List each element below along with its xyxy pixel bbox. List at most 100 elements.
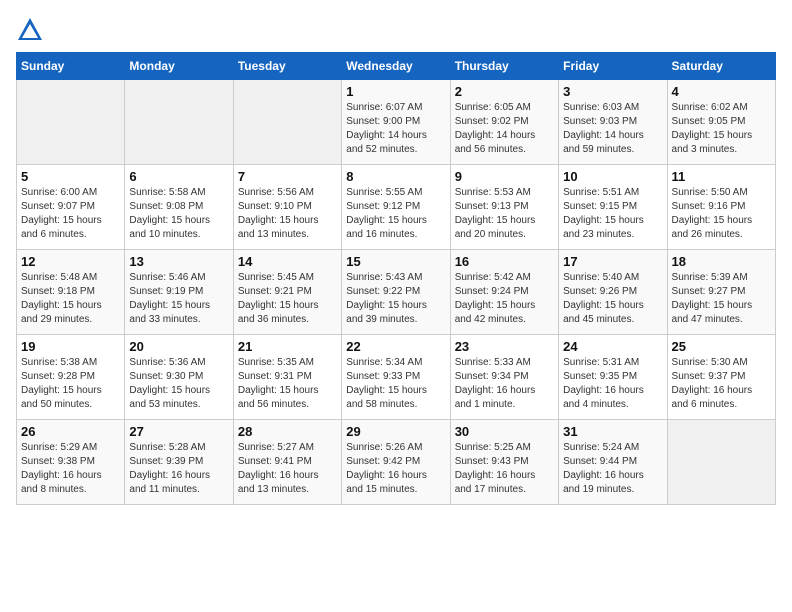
day-cell: 27 Sunrise: 5:28 AM Sunset: 9:39 PM Dayli…: [125, 420, 233, 505]
header-cell-thursday: Thursday: [450, 53, 558, 80]
day-info: Sunrise: 5:28 AM Sunset: 9:39 PM Dayligh…: [129, 441, 228, 497]
day-info: Sunrise: 6:02 AM Sunset: 9:05 PM Dayligh…: [672, 101, 771, 157]
header-cell-sunday: Sunday: [17, 53, 125, 80]
day-info: Sunrise: 5:24 AM Sunset: 9:44 PM Dayligh…: [563, 441, 662, 497]
day-info: Sunrise: 5:27 AM Sunset: 9:41 PM Dayligh…: [238, 441, 337, 497]
day-number: 29: [346, 424, 445, 439]
day-number: 30: [455, 424, 554, 439]
day-cell: 12 Sunrise: 5:48 AM Sunset: 9:18 PM Dayli…: [17, 250, 125, 335]
day-cell: 5 Sunrise: 6:00 AM Sunset: 9:07 PM Daylig…: [17, 165, 125, 250]
day-info: Sunrise: 5:58 AM Sunset: 9:08 PM Dayligh…: [129, 186, 228, 242]
day-cell: 15Sunrise: 5:43 AM Sunset: 9:22 PM Dayli…: [342, 250, 450, 335]
day-number: 23: [455, 339, 554, 354]
day-number: 31: [563, 424, 662, 439]
calendar-header: SundayMondayTuesdayWednesdayThursdayFrid…: [17, 53, 776, 80]
day-cell: [233, 80, 341, 165]
day-cell: 9 Sunrise: 5:53 AM Sunset: 9:13 PM Daylig…: [450, 165, 558, 250]
day-info: Sunrise: 5:30 AM Sunset: 9:37 PM Dayligh…: [672, 356, 771, 412]
day-info: Sunrise: 6:07 AM Sunset: 9:00 PM Dayligh…: [346, 101, 445, 157]
day-info: Sunrise: 5:31 AM Sunset: 9:35 PM Dayligh…: [563, 356, 662, 412]
day-cell: 11 Sunrise: 5:50 AM Sunset: 9:16 PM Dayli…: [667, 165, 775, 250]
day-number: 14: [238, 254, 337, 269]
day-info: Sunrise: 5:29 AM Sunset: 9:38 PM Dayligh…: [21, 441, 120, 497]
day-info: Sunrise: 6:03 AM Sunset: 9:03 PM Dayligh…: [563, 101, 662, 157]
day-info: Sunrise: 5:51 AM Sunset: 9:15 PM Dayligh…: [563, 186, 662, 242]
day-info: Sunrise: 5:46 AM Sunset: 9:19 PM Dayligh…: [129, 271, 228, 327]
day-cell: 4 Sunrise: 6:02 AM Sunset: 9:05 PM Daylig…: [667, 80, 775, 165]
header-cell-saturday: Saturday: [667, 53, 775, 80]
day-info: Sunrise: 5:42 AM Sunset: 9:24 PM Dayligh…: [455, 271, 554, 327]
header-cell-tuesday: Tuesday: [233, 53, 341, 80]
week-row-2: 5 Sunrise: 6:00 AM Sunset: 9:07 PM Daylig…: [17, 165, 776, 250]
calendar-table: SundayMondayTuesdayWednesdayThursdayFrid…: [16, 52, 776, 505]
day-cell: 14 Sunrise: 5:45 AM Sunset: 9:21 PM Dayli…: [233, 250, 341, 335]
day-number: 3: [563, 84, 662, 99]
day-number: 24: [563, 339, 662, 354]
day-cell: 3 Sunrise: 6:03 AM Sunset: 9:03 PM Daylig…: [559, 80, 667, 165]
calendar-body: 1 Sunrise: 6:07 AM Sunset: 9:00 PM Daylig…: [17, 80, 776, 505]
page-header: [16, 16, 776, 44]
day-cell: 23Sunrise: 5:33 AM Sunset: 9:34 PM Dayli…: [450, 335, 558, 420]
day-info: Sunrise: 5:55 AM Sunset: 9:12 PM Dayligh…: [346, 186, 445, 242]
week-row-1: 1 Sunrise: 6:07 AM Sunset: 9:00 PM Daylig…: [17, 80, 776, 165]
day-cell: 26 Sunrise: 5:29 AM Sunset: 9:38 PM Dayli…: [17, 420, 125, 505]
day-number: 25: [672, 339, 771, 354]
day-info: Sunrise: 5:53 AM Sunset: 9:13 PM Dayligh…: [455, 186, 554, 242]
day-info: Sunrise: 5:50 AM Sunset: 9:16 PM Dayligh…: [672, 186, 771, 242]
day-info: Sunrise: 5:25 AM Sunset: 9:43 PM Dayligh…: [455, 441, 554, 497]
day-number: 13: [129, 254, 228, 269]
day-cell: 28 Sunrise: 5:27 AM Sunset: 9:41 PM Dayli…: [233, 420, 341, 505]
day-number: 12: [21, 254, 120, 269]
day-cell: 17 Sunrise: 5:40 AM Sunset: 9:26 PM Dayli…: [559, 250, 667, 335]
day-info: Sunrise: 5:45 AM Sunset: 9:21 PM Dayligh…: [238, 271, 337, 327]
day-number: 21: [238, 339, 337, 354]
week-row-3: 12 Sunrise: 5:48 AM Sunset: 9:18 PM Dayli…: [17, 250, 776, 335]
day-info: Sunrise: 5:48 AM Sunset: 9:18 PM Dayligh…: [21, 271, 120, 327]
day-info: Sunrise: 6:05 AM Sunset: 9:02 PM Dayligh…: [455, 101, 554, 157]
day-cell: 22Sunrise: 5:34 AM Sunset: 9:33 PM Dayli…: [342, 335, 450, 420]
day-info: Sunrise: 5:26 AM Sunset: 9:42 PM Dayligh…: [346, 441, 445, 497]
header-cell-friday: Friday: [559, 53, 667, 80]
day-number: 26: [21, 424, 120, 439]
day-info: Sunrise: 5:56 AM Sunset: 9:10 PM Dayligh…: [238, 186, 337, 242]
day-number: 9: [455, 169, 554, 184]
day-info: Sunrise: 5:43 AM Sunset: 9:22 PM Dayligh…: [346, 271, 445, 327]
day-info: Sunrise: 5:38 AM Sunset: 9:28 PM Dayligh…: [21, 356, 120, 412]
day-number: 7: [238, 169, 337, 184]
day-number: 1: [346, 84, 445, 99]
logo: [16, 16, 48, 44]
week-row-4: 19 Sunrise: 5:38 AM Sunset: 9:28 PM Dayli…: [17, 335, 776, 420]
header-row: SundayMondayTuesdayWednesdayThursdayFrid…: [17, 53, 776, 80]
day-info: Sunrise: 5:40 AM Sunset: 9:26 PM Dayligh…: [563, 271, 662, 327]
day-cell: 16 Sunrise: 5:42 AM Sunset: 9:24 PM Dayli…: [450, 250, 558, 335]
day-number: 20: [129, 339, 228, 354]
day-number: 17: [563, 254, 662, 269]
day-info: Sunrise: 6:00 AM Sunset: 9:07 PM Dayligh…: [21, 186, 120, 242]
day-cell: [17, 80, 125, 165]
day-number: 5: [21, 169, 120, 184]
day-cell: 29 Sunrise: 5:26 AM Sunset: 9:42 PM Dayli…: [342, 420, 450, 505]
day-cell: 19 Sunrise: 5:38 AM Sunset: 9:28 PM Dayli…: [17, 335, 125, 420]
day-cell: 20Sunrise: 5:36 AM Sunset: 9:30 PM Dayli…: [125, 335, 233, 420]
day-info: Sunrise: 5:39 AM Sunset: 9:27 PM Dayligh…: [672, 271, 771, 327]
day-number: 19: [21, 339, 120, 354]
day-number: 4: [672, 84, 771, 99]
day-number: 18: [672, 254, 771, 269]
week-row-5: 26 Sunrise: 5:29 AM Sunset: 9:38 PM Dayli…: [17, 420, 776, 505]
day-cell: 24 Sunrise: 5:31 AM Sunset: 9:35 PM Dayli…: [559, 335, 667, 420]
day-cell: 13 Sunrise: 5:46 AM Sunset: 9:19 PM Dayli…: [125, 250, 233, 335]
day-cell: 6Sunrise: 5:58 AM Sunset: 9:08 PM Daylig…: [125, 165, 233, 250]
day-number: 16: [455, 254, 554, 269]
day-cell: 25 Sunrise: 5:30 AM Sunset: 9:37 PM Dayli…: [667, 335, 775, 420]
day-number: 27: [129, 424, 228, 439]
day-number: 11: [672, 169, 771, 184]
header-cell-wednesday: Wednesday: [342, 53, 450, 80]
day-cell: 1 Sunrise: 6:07 AM Sunset: 9:00 PM Daylig…: [342, 80, 450, 165]
day-cell: [667, 420, 775, 505]
day-number: 8: [346, 169, 445, 184]
day-number: 28: [238, 424, 337, 439]
day-cell: 2 Sunrise: 6:05 AM Sunset: 9:02 PM Daylig…: [450, 80, 558, 165]
day-cell: 21Sunrise: 5:35 AM Sunset: 9:31 PM Dayli…: [233, 335, 341, 420]
day-number: 2: [455, 84, 554, 99]
day-cell: 8 Sunrise: 5:55 AM Sunset: 9:12 PM Daylig…: [342, 165, 450, 250]
